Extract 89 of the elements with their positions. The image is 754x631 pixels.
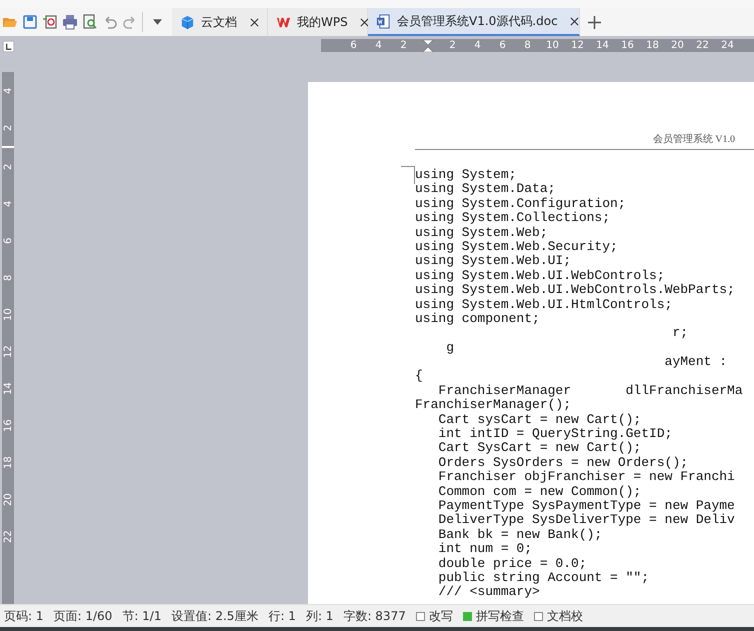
ruler-number: 10 bbox=[545, 40, 560, 51]
status-text: 列: 1 bbox=[306, 608, 334, 624]
ruler-number: 6 bbox=[349, 40, 358, 51]
ruler-number: 2 bbox=[2, 123, 14, 133]
code-line: Cart sysCart = new Cart(); bbox=[437, 412, 642, 428]
document-tab[interactable]: 云文档 bbox=[172, 8, 268, 36]
status-checkbox[interactable] bbox=[534, 612, 543, 620]
code-line: using System.Web.UI; bbox=[415, 254, 572, 269]
ruler-number: 10 bbox=[2, 307, 14, 323]
code-line: r; bbox=[671, 326, 690, 341]
ruler-number: 16 bbox=[620, 40, 635, 51]
code-line: Bank bk = new Bank(); bbox=[437, 528, 604, 542]
print-icon[interactable] bbox=[62, 14, 78, 30]
close-icon[interactable] bbox=[250, 18, 259, 26]
ruler-number: 4 bbox=[473, 40, 482, 51]
ruler-number: 4 bbox=[2, 199, 14, 209]
ruler-number: 14 bbox=[2, 381, 14, 397]
status-text: 字数: 8377 bbox=[343, 608, 406, 624]
code-line: using System; bbox=[415, 168, 518, 182]
code-line: Orders SysOrders = new Orders(); bbox=[437, 456, 690, 470]
plus-icon[interactable] bbox=[588, 16, 601, 28]
code-line: using System.Data; bbox=[415, 182, 556, 197]
code-line: Common com = new Common(); bbox=[437, 484, 642, 499]
code-line: using System.Web.UI.HtmlControls; bbox=[415, 298, 674, 312]
ruler-number: 6 bbox=[2, 236, 14, 246]
document-tab[interactable]: 会员管理系统V1.0源代码.doc bbox=[368, 8, 580, 36]
document-tab[interactable]: 我的WPS bbox=[268, 8, 368, 36]
status-checkbox[interactable] bbox=[462, 612, 472, 620]
code-line: /// <summary> bbox=[437, 585, 541, 600]
page-header: 会员管理系统 V1.0 bbox=[652, 132, 735, 146]
status-text: 节: 1/1 bbox=[122, 608, 162, 624]
ruler-number: 20 bbox=[670, 40, 685, 51]
status-toggle-label[interactable]: 拼写检查 bbox=[476, 608, 524, 624]
document-icon bbox=[376, 14, 391, 28]
ruler-number: 2 bbox=[2, 162, 14, 172]
code-line: { bbox=[415, 369, 424, 384]
code-line: g bbox=[445, 340, 456, 356]
code-line: Cart SysCart = new Cart(); bbox=[437, 441, 642, 456]
indent-marker-icon[interactable] bbox=[423, 40, 433, 52]
code-line: FranchiserManager dllFranchiserMa bbox=[437, 384, 744, 398]
ruler-number: 4 bbox=[2, 86, 14, 96]
code-line: using System.Configuration; bbox=[415, 196, 627, 212]
tab-stop-icon[interactable] bbox=[3, 41, 14, 52]
code-line: int num = 0; bbox=[437, 542, 534, 557]
ruler-number: 2 bbox=[399, 40, 408, 51]
code-line: DeliverType SysDeliverType = new Deliv bbox=[437, 513, 736, 528]
code-line: using System.Web; bbox=[415, 226, 549, 240]
code-line: using System.Web.UI.WebControls.WebParts; bbox=[415, 283, 736, 298]
code-line: using System.Web.UI.WebControls; bbox=[415, 268, 666, 284]
code-line: using component; bbox=[415, 312, 540, 326]
code-line: using System.Web.Security; bbox=[415, 240, 619, 254]
status-text: 设置值: 2.5厘米 bbox=[171, 608, 258, 624]
ruler-number: 20 bbox=[2, 492, 14, 508]
ruler-number: 4 bbox=[374, 40, 383, 51]
status-text: 行: 1 bbox=[268, 608, 296, 624]
status-text: 页码: 1 bbox=[4, 608, 44, 624]
code-line: ayMent : bbox=[664, 355, 728, 370]
code-line: FranchiserManager(); bbox=[415, 398, 572, 413]
code-line: int intID = QueryString.GetID; bbox=[437, 427, 674, 442]
close-icon[interactable] bbox=[570, 16, 579, 26]
ruler-number: 2 bbox=[448, 40, 457, 51]
code-line: public string Account = ""; bbox=[437, 570, 650, 586]
margin-corner-mark bbox=[401, 166, 415, 184]
status-text: 页面: 1/60 bbox=[54, 608, 112, 624]
ruler-number: 24 bbox=[720, 40, 735, 51]
status-checkbox[interactable] bbox=[416, 612, 425, 620]
status-toggle-label[interactable]: 改写 bbox=[428, 608, 453, 624]
ruler-number: 8 bbox=[523, 40, 532, 51]
ruler-number: 22 bbox=[695, 40, 710, 51]
ruler-number: 8 bbox=[2, 273, 14, 283]
code-line: PaymentType SysPaymentType = new Payme bbox=[437, 498, 736, 514]
export-icon[interactable] bbox=[42, 14, 58, 30]
close-icon[interactable] bbox=[360, 18, 369, 26]
status-toggle-label[interactable]: 文档校 bbox=[546, 608, 583, 624]
ruler-number: 18 bbox=[2, 455, 14, 471]
cube-icon bbox=[180, 14, 195, 30]
ruler-number: 12 bbox=[570, 40, 585, 51]
ruler-number: 22 bbox=[2, 529, 14, 545]
caret-icon[interactable] bbox=[153, 19, 162, 25]
code-line: using System.Collections; bbox=[415, 211, 612, 226]
code-line: Franchiser objFranchiser = new Franchi bbox=[437, 470, 736, 485]
ruler-number: 14 bbox=[595, 40, 610, 51]
print-preview-icon[interactable] bbox=[82, 14, 98, 30]
code-line: double price = 0.0; bbox=[437, 556, 588, 571]
ruler-number: 6 bbox=[498, 40, 507, 51]
ruler-number: 12 bbox=[2, 344, 14, 360]
ruler-number: 16 bbox=[2, 418, 14, 434]
ruler-number: 18 bbox=[645, 40, 660, 51]
save-icon[interactable] bbox=[22, 14, 38, 30]
